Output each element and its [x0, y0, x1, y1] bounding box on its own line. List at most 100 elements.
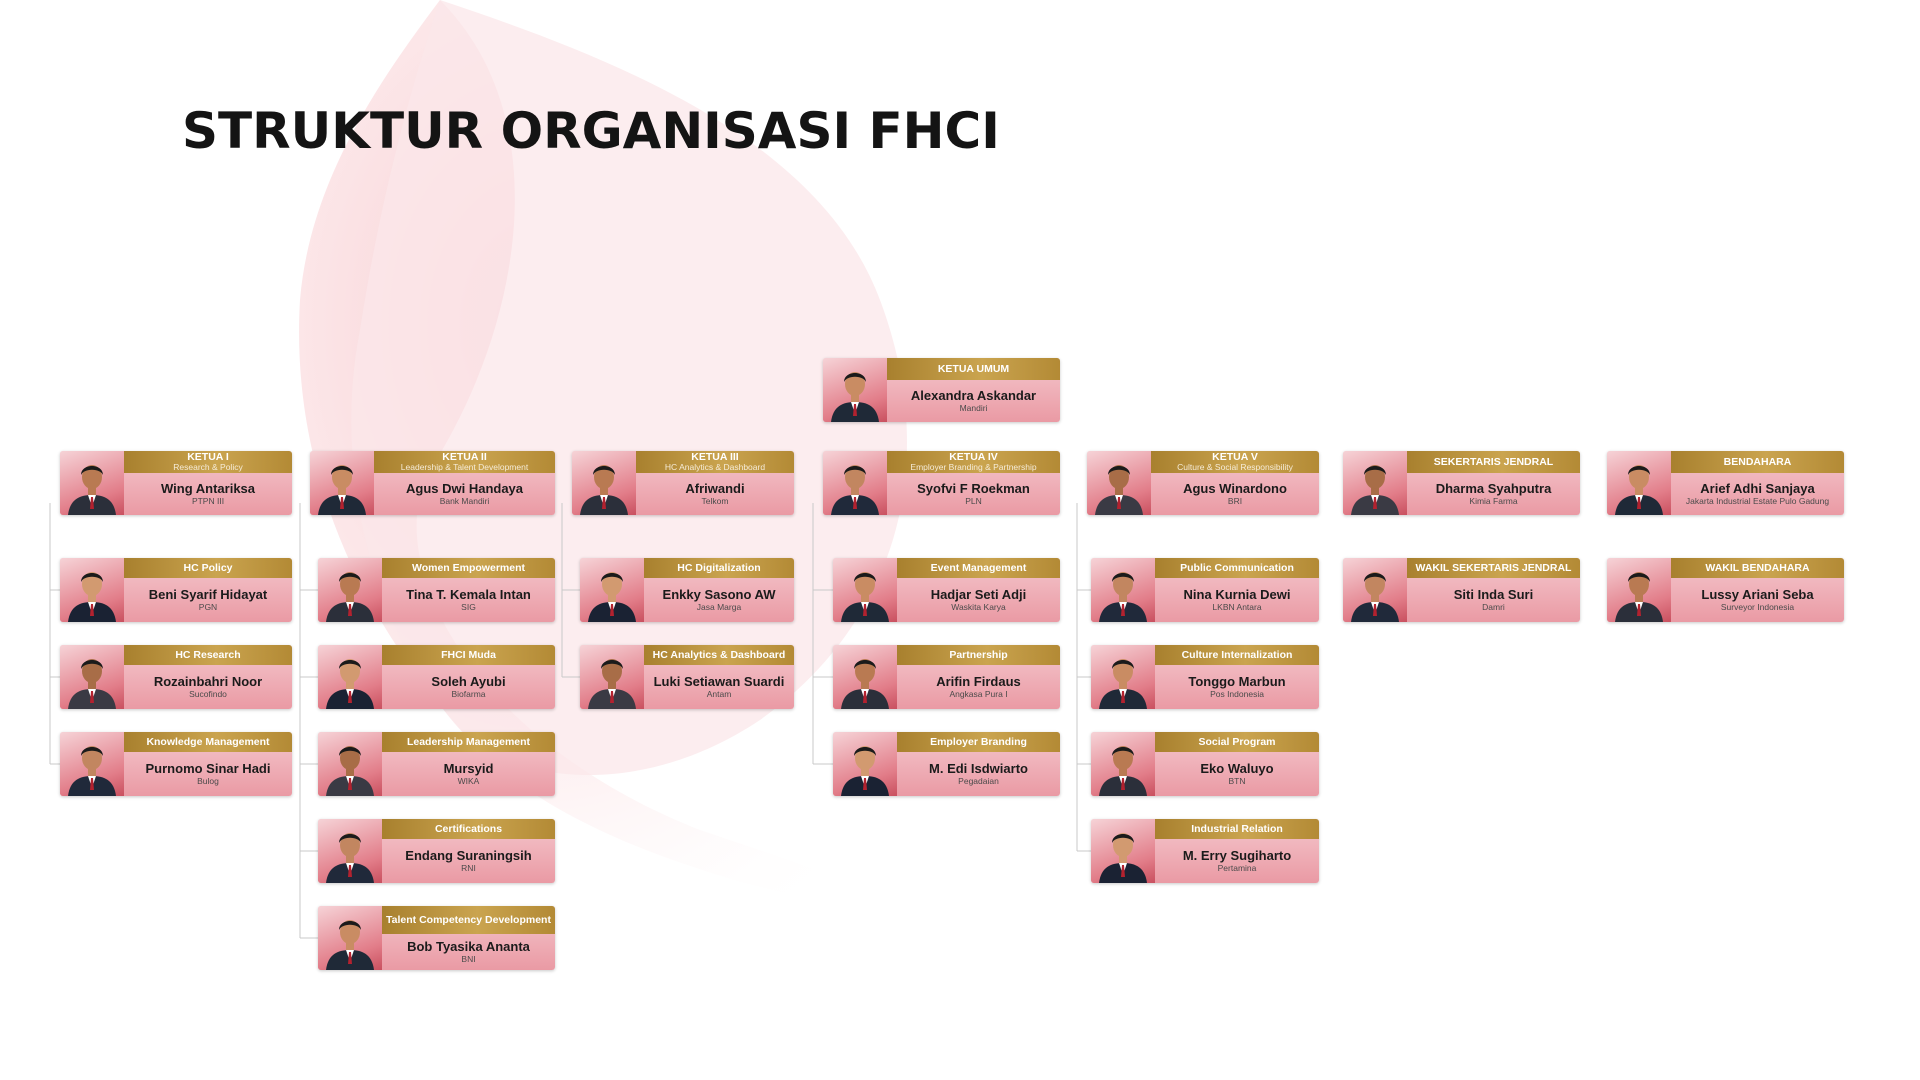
role-banner: Certifications [382, 819, 555, 839]
card-knowledge-management: Knowledge Management Purnomo Sinar Hadi Bu… [60, 732, 292, 796]
person-name: Wing Antariksa [160, 481, 256, 496]
role-title: Industrial Relation [1191, 822, 1283, 835]
card-bendahara: BENDAHARA Arief Adhi Sanjaya Jakarta Indus… [1607, 451, 1844, 515]
person-name: Afriwandi [685, 481, 745, 496]
card-social-program: Social Program Eko Waluyo BTN [1091, 732, 1319, 796]
company-name: BTN [1228, 776, 1246, 786]
company-name: Jakarta Industrial Estate Pulo Gadung [1685, 496, 1830, 506]
role-banner: FHCI Muda [382, 645, 555, 665]
portrait-photo [1343, 558, 1407, 622]
card-ketua-i: KETUA I Research & Policy Wing Antariksa PT… [60, 451, 292, 515]
org-connector-lines [49, 503, 1091, 939]
person-name: Luki Setiawan Suardi [653, 674, 785, 689]
role-title: Leadership Management [406, 735, 531, 748]
role-banner: KETUA UMUM [887, 358, 1060, 380]
role-title: KETUA UMUM [937, 362, 1010, 375]
role-subtitle: Culture & Social Responsibility [1177, 462, 1293, 472]
portrait-photo [1607, 558, 1671, 622]
page-title: STRUKTUR ORGANISASI FHCI [182, 102, 1000, 160]
card-fhci-muda: FHCI Muda Soleh Ayubi Biofarma [318, 645, 555, 709]
role-subtitle: Employer Branding & Partnership [910, 462, 1037, 472]
portrait-photo [310, 451, 374, 515]
portrait-photo [318, 906, 382, 970]
company-name: Pegadaian [958, 776, 999, 786]
role-subtitle: Leadership & Talent Development [400, 462, 529, 472]
company-name: WIKA [457, 776, 480, 786]
card-hc-research: HC Research Rozainbahri Noor Sucofindo [60, 645, 292, 709]
company-name: Pos Indonesia [1210, 689, 1264, 699]
portrait-photo [1607, 451, 1671, 515]
role-banner: Women Empowerment [382, 558, 555, 578]
portrait-photo [318, 819, 382, 883]
role-banner: Leadership Management [382, 732, 555, 752]
role-banner: KETUA I Research & Policy [124, 451, 292, 473]
role-title: FHCI Muda [441, 648, 496, 661]
person-name: Tina T. Kemala Intan [406, 587, 531, 602]
company-name: Bank Mandiri [439, 496, 490, 506]
person-name: Alexandra Askandar [910, 388, 1037, 403]
role-title: Certifications [434, 822, 503, 835]
portrait-photo [833, 732, 897, 796]
card-culture-internalization: Culture Internalization Tonggo Marbun Pos … [1091, 645, 1319, 709]
role-title: WAKIL BENDAHARA [1705, 561, 1810, 574]
company-name: PGN [198, 602, 218, 612]
portrait-photo [318, 558, 382, 622]
person-name: Enkky Sasono AW [662, 587, 776, 602]
company-name: Bulog [197, 776, 219, 786]
role-banner: BENDAHARA [1671, 451, 1844, 473]
person-name: Syofvi F Roekman [917, 481, 1030, 496]
portrait-photo [318, 645, 382, 709]
person-name: Agus Winardono [1183, 481, 1287, 496]
company-name: Sucofindo [189, 689, 227, 699]
person-name: Arief Adhi Sanjaya [1700, 481, 1815, 496]
company-name: SIG [461, 602, 476, 612]
role-banner: SEKERTARIS JENDRAL [1407, 451, 1580, 473]
person-name: Agus Dwi Handaya [405, 481, 524, 496]
role-subtitle: HC Analytics & Dashboard [664, 462, 766, 472]
company-name: Kimia Farma [1469, 496, 1518, 506]
person-name: Arifin Firdaus [936, 674, 1021, 689]
portrait-photo [823, 451, 887, 515]
portrait-photo [1087, 451, 1151, 515]
role-banner: Talent Competency Development [382, 906, 555, 934]
portrait-photo [833, 558, 897, 622]
person-name: Hadjar Seti Adji [930, 587, 1027, 602]
card-ketua-umum: KETUA UMUM Alexandra Askandar Mandiri [823, 358, 1060, 422]
person-name: M. Edi Isdwiarto [929, 761, 1028, 776]
card-partnership: Partnership Arifin Firdaus Angkasa Pura I [833, 645, 1060, 709]
role-title: Employer Branding [930, 735, 1027, 748]
company-name: RNI [461, 863, 476, 873]
company-name: Pertamina [1217, 863, 1257, 873]
role-banner: KETUA II Leadership & Talent Development [374, 451, 555, 473]
role-title: SEKERTARIS JENDRAL [1433, 455, 1554, 468]
role-title: Culture Internalization [1181, 648, 1293, 661]
card-ketua-ii: KETUA II Leadership & Talent Development A… [310, 451, 555, 515]
role-banner: Culture Internalization [1155, 645, 1319, 665]
person-name: Lussy Ariani Seba [1701, 587, 1814, 602]
card-hc-digitalization: HC Digitalization Enkky Sasono AW Jasa Mar… [580, 558, 794, 622]
company-name: Antam [706, 689, 732, 699]
portrait-photo [1091, 732, 1155, 796]
company-name: Angkasa Pura I [949, 689, 1008, 699]
portrait-photo [60, 645, 124, 709]
role-banner: Industrial Relation [1155, 819, 1319, 839]
company-name: Waskita Karya [951, 602, 1006, 612]
card-women-empowerment: Women Empowerment Tina T. Kemala Intan SIG [318, 558, 555, 622]
person-name: Siti Inda Suri [1453, 587, 1534, 602]
portrait-photo [60, 558, 124, 622]
portrait-photo [580, 558, 644, 622]
role-title: Knowledge Management [146, 735, 270, 748]
company-name: PTPN III [191, 496, 225, 506]
person-name: Eko Waluyo [1200, 761, 1274, 776]
role-banner: HC Research [124, 645, 292, 665]
person-name: Nina Kurnia Dewi [1183, 587, 1291, 602]
portrait-photo [833, 645, 897, 709]
card-ketua-v: KETUA V Culture & Social Responsibility Ag… [1087, 451, 1319, 515]
company-name: BRI [1227, 496, 1243, 506]
card-hc-policy: HC Policy Beni Syarif Hidayat PGN [60, 558, 292, 622]
portrait-photo [823, 358, 887, 422]
role-banner: KETUA IV Employer Branding & Partnership [887, 451, 1060, 473]
portrait-photo [60, 732, 124, 796]
role-title: Talent Competency Development [386, 913, 551, 926]
company-name: PLN [965, 496, 982, 506]
